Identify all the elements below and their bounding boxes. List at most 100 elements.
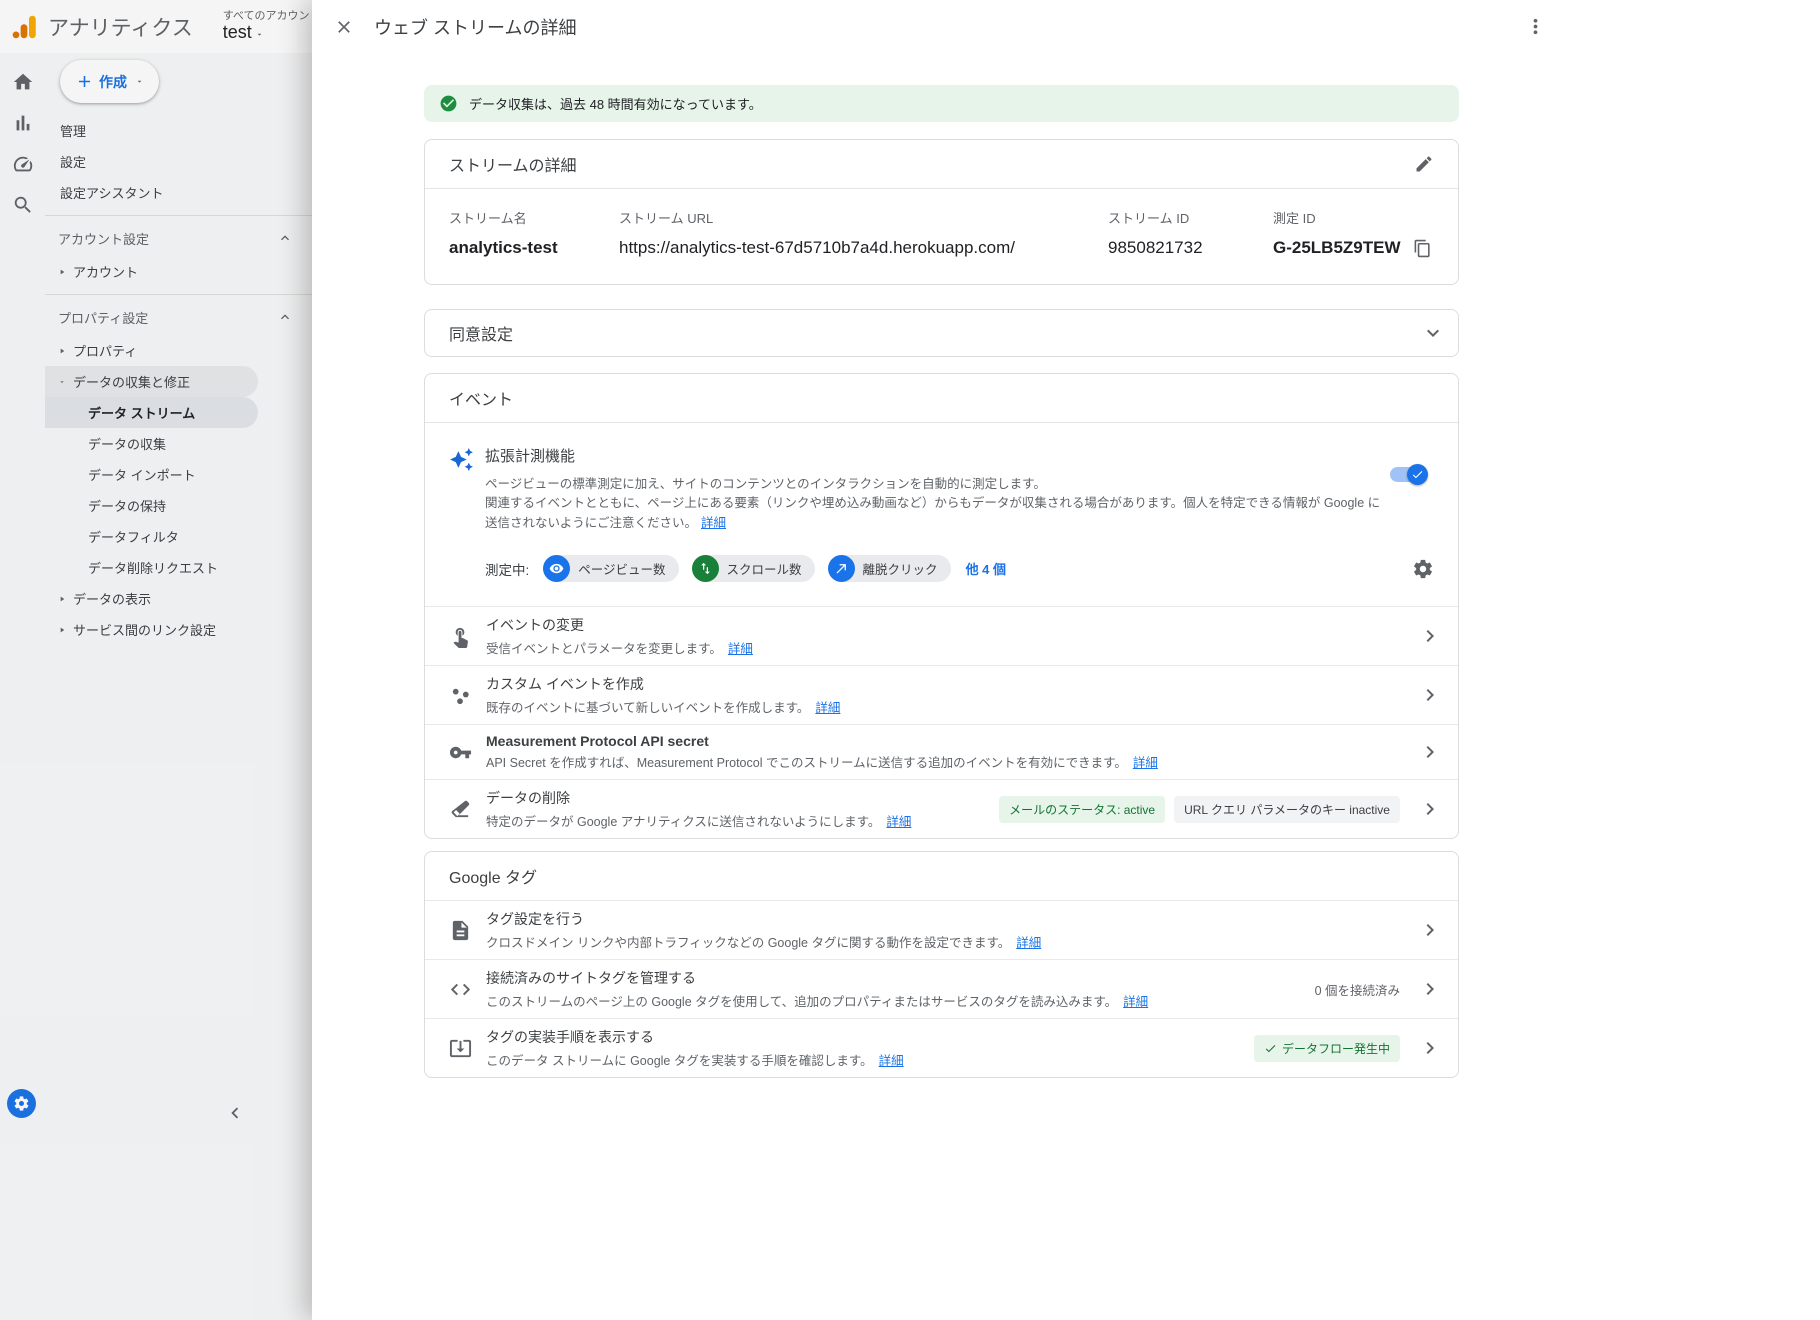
copy-icon[interactable] (1413, 239, 1432, 258)
scroll-arrows-icon (692, 555, 719, 582)
create-button[interactable]: 作成 (60, 60, 159, 103)
expand-down-icon (58, 378, 66, 386)
code-icon (449, 978, 472, 1001)
google-analytics-logo-icon[interactable] (9, 12, 39, 42)
banner-text: データ収集は、過去 48 時間有効になっています。 (469, 94, 762, 113)
sidebar-item-data-display[interactable]: データの表示 (45, 583, 312, 614)
stream-id-value: 9850821732 (1108, 238, 1273, 258)
plus-icon (75, 72, 94, 91)
learn-more-link[interactable]: 詳細 (1133, 756, 1158, 770)
row-modify-events[interactable]: イベントの変更 受信イベントとパラメータを変更します。詳細 (425, 606, 1458, 665)
chevron-right-icon (1418, 683, 1442, 707)
chevron-right-icon (1418, 977, 1442, 1001)
google-tag-card: Google タグ タグ設定を行う クロスドメイン リンクや内部トラフィックなど… (424, 851, 1459, 1078)
section-property-settings[interactable]: プロパティ設定 (45, 299, 312, 335)
enhanced-measurement-title: 拡張計測機能 (485, 445, 1385, 466)
measuring-row: 測定中: ページビュー数 スクロール数 (425, 543, 1458, 606)
row-data-redaction[interactable]: データの削除 特定のデータが Google アナリティクスに送信されないようにし… (425, 779, 1458, 838)
measurement-id-value: G-25LB5Z9TEW (1273, 238, 1401, 258)
dropdown-arrow-icon (255, 30, 264, 39)
panel-header: ウェブ ストリームの詳細 (312, 0, 1820, 53)
sidebar-item-data-deletion-requests[interactable]: データ削除リクエスト (45, 552, 312, 583)
scatter-dots-icon (449, 684, 472, 707)
connected-tags-count: 0 個を接続済み (1315, 980, 1400, 999)
field-label: ストリーム名 (449, 208, 619, 227)
field-label: ストリーム URL (619, 208, 1108, 227)
account-name: test (223, 23, 252, 43)
learn-more-link[interactable]: 詳細 (701, 516, 726, 530)
expand-right-icon (58, 347, 66, 355)
row-manage-connected-tags[interactable]: 接続済みのサイトタグを管理する このストリームのページ上の Google タグを… (425, 959, 1458, 1018)
close-icon[interactable] (334, 17, 354, 37)
chevron-up-icon (277, 230, 293, 246)
more-menu-icon[interactable] (1524, 15, 1547, 38)
enhanced-measurement-desc2: 関連するイベントとともに、ページ上にある要素（リンクや埋め込み動画など）からもデ… (485, 494, 1385, 533)
learn-more-link[interactable]: 詳細 (1123, 995, 1148, 1009)
check-icon (1264, 1042, 1277, 1055)
field-label: ストリーム ID (1108, 208, 1273, 227)
chevron-right-icon (1418, 918, 1442, 942)
stream-url-value: https://analytics-test-67d5710b7a4d.hero… (619, 238, 1108, 258)
app-title: アナリティクス (48, 12, 193, 42)
home-icon[interactable] (0, 61, 45, 102)
row-view-tag-instructions[interactable]: タグの実装手順を表示する このデータ ストリームに Google タグを実装する… (425, 1018, 1458, 1077)
eraser-icon (449, 798, 472, 821)
sidebar-item-setup-assistant[interactable]: 設定アシスタント (45, 177, 312, 208)
chevron-down-icon[interactable] (1421, 321, 1445, 345)
gear-icon[interactable] (1412, 558, 1434, 580)
edit-pencil-icon[interactable] (1414, 154, 1434, 174)
enhanced-measurement-toggle[interactable] (1390, 467, 1426, 482)
sidebar-item-account[interactable]: アカウント (45, 256, 312, 287)
stream-details-title: ストリームの詳細 (449, 152, 577, 176)
sidebar-item-data-import[interactable]: データ インポート (45, 459, 312, 490)
sidebar-item-admin[interactable]: 管理 (45, 115, 312, 146)
learn-more-link[interactable]: 詳細 (728, 642, 753, 656)
row-create-custom-events[interactable]: カスタム イベントを作成 既存のイベントに基づいて新しいイベントを作成します。詳… (425, 665, 1458, 724)
learn-more-link[interactable]: 詳細 (1016, 936, 1041, 950)
sidebar-item-data-filters[interactable]: データフィルタ (45, 521, 312, 552)
chevron-right-icon (1418, 740, 1442, 764)
events-card: イベント 拡張計測機能 ページビューの標準測定に加え、サイトのコンテンツとのイン… (424, 373, 1459, 839)
sidebar-item-product-links[interactable]: サービス間のリンク設定 (45, 614, 312, 645)
section-account-settings[interactable]: アカウント設定 (45, 220, 312, 256)
dropdown-arrow-icon (135, 77, 144, 86)
chevron-right-icon (1418, 624, 1442, 648)
check-circle-icon (439, 94, 458, 113)
nav-rail (0, 53, 45, 225)
row-mp-api-secret[interactable]: Measurement Protocol API secret API Secr… (425, 724, 1458, 779)
sidebar-collapse-icon[interactable] (222, 1100, 248, 1126)
advertising-icon[interactable] (0, 143, 45, 184)
panel-content: データ収集は、過去 48 時間有効になっています。 ストリームの詳細 ストリーム… (424, 53, 1459, 1078)
chevron-right-icon (1418, 1036, 1442, 1060)
stream-name-value: analytics-test (449, 238, 619, 258)
enhanced-measurement-desc1: ページビューの標準測定に加え、サイトのコンテンツとのインタラクションを自動的に測… (485, 475, 1385, 494)
sidebar-item-data-streams[interactable]: データ ストリーム (45, 397, 258, 428)
consent-title: 同意設定 (449, 321, 513, 345)
expand-right-icon (58, 595, 66, 603)
account-scope-label: すべてのアカウント (223, 10, 321, 22)
sidebar-item-property[interactable]: プロパティ (45, 335, 312, 366)
sidebar-nav-list: 管理 設定 設定アシスタント アカウント設定 アカウント プロパティ設定 プロパ… (45, 115, 312, 645)
learn-more-link[interactable]: 詳細 (886, 815, 911, 829)
check-icon (1411, 468, 1424, 481)
row-configure-tag-settings[interactable]: タグ設定を行う クロスドメイン リンクや内部トラフィックなどの Google タ… (425, 900, 1458, 959)
outbound-arrow-icon (828, 555, 855, 582)
panel-title: ウェブ ストリームの詳細 (374, 14, 576, 40)
explore-icon[interactable] (0, 184, 45, 225)
url-query-status-badge: URL クエリ パラメータのキー inactive (1174, 796, 1400, 823)
reports-icon[interactable] (0, 102, 45, 143)
admin-gear-icon[interactable] (7, 1089, 36, 1118)
learn-more-link[interactable]: 詳細 (815, 701, 840, 715)
chip-page-views: ページビュー数 (543, 555, 678, 582)
enhanced-measurement-section: 拡張計測機能 ページビューの標準測定に加え、サイトのコンテンツとのインタラクショ… (425, 422, 1458, 543)
consent-settings-card[interactable]: 同意設定 (424, 309, 1459, 357)
learn-more-link[interactable]: 詳細 (879, 1054, 904, 1068)
sidebar-item-data-retention[interactable]: データの保持 (45, 490, 312, 521)
sidebar-item-settings[interactable]: 設定 (45, 146, 312, 177)
divider (45, 215, 312, 216)
events-title: イベント (449, 386, 513, 410)
install-box-icon (449, 1037, 472, 1060)
more-measurements-link[interactable]: 他 4 個 (966, 559, 1006, 578)
sidebar-item-data-collection[interactable]: データの収集 (45, 428, 312, 459)
sidebar-item-data-collection-group[interactable]: データの収集と修正 (45, 366, 258, 397)
